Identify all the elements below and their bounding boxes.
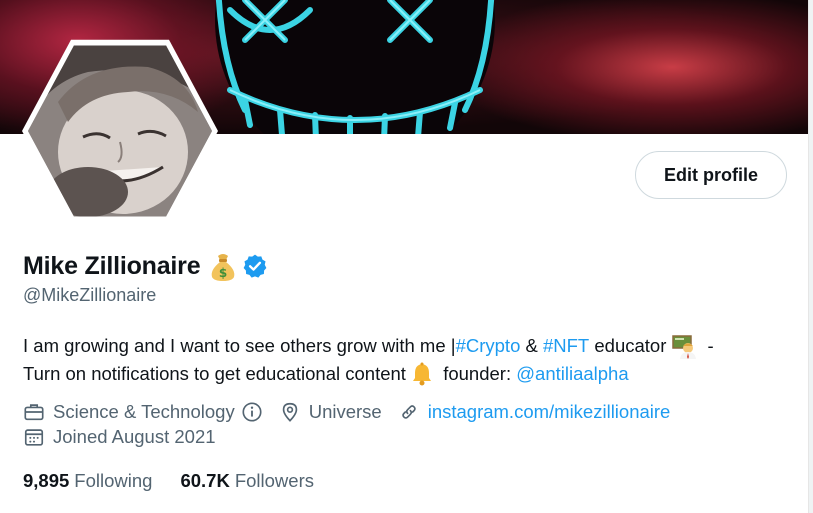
info-icon[interactable]: [241, 401, 263, 423]
teacher-emoji-icon: [672, 335, 697, 359]
bell-emoji-icon: [413, 362, 432, 386]
calendar-icon: [24, 429, 44, 446]
location-label: Universe: [308, 401, 382, 422]
followers-link[interactable]: 60.7K Followers: [180, 470, 314, 492]
bio-text: &: [520, 335, 543, 356]
money-bag-emoji-icon: $: [212, 254, 235, 281]
bio-line-1: I am growing and I want to see others gr…: [23, 332, 793, 360]
location-pin-icon: [282, 402, 297, 422]
meta-location: Universe: [279, 401, 382, 423]
meta-category: Science & Technology: [23, 401, 263, 423]
verified-badge-icon[interactable]: [242, 253, 268, 279]
profile-page: Edit profile Mike Zillionaire $ @MikeZil…: [0, 0, 813, 513]
column-divider: [808, 0, 813, 513]
neon-mask-image: [215, 0, 495, 134]
meta-joined: Joined August 2021: [23, 426, 216, 448]
profile-meta-row: Joined August 2021: [23, 426, 232, 448]
svg-text:$: $: [219, 266, 227, 280]
display-name: Mike Zillionaire: [23, 251, 201, 280]
bio-text: -: [702, 335, 714, 356]
following-count: 9,895: [23, 470, 70, 491]
profile-stats: 9,895 Following 60.7K Followers: [23, 470, 342, 492]
mention-link[interactable]: @antiliaalpha: [516, 360, 628, 388]
profile-name-row: Mike Zillionaire $: [23, 250, 268, 282]
hashtag-nft-link[interactable]: #NFT: [543, 332, 589, 360]
bio-text: educator: [589, 335, 667, 356]
profile-avatar[interactable]: [22, 36, 218, 226]
bio-text: Turn on notifications to get educational…: [23, 363, 412, 384]
profile-handle: @MikeZillionaire: [23, 285, 157, 305]
bio-line-2: Turn on notifications to get educational…: [23, 360, 793, 388]
joined-label: Joined August 2021: [53, 426, 216, 447]
profile-bio: I am growing and I want to see others gr…: [23, 332, 793, 388]
following-link[interactable]: 9,895 Following: [23, 470, 152, 492]
briefcase-icon: [24, 404, 44, 421]
category-label: Science & Technology: [53, 401, 235, 422]
bio-text: I am growing and I want to see others gr…: [23, 335, 456, 356]
meta-website[interactable]: instagram.com/mikezillionaire: [398, 401, 671, 423]
link-icon: [401, 405, 416, 419]
following-label: Following: [74, 470, 153, 491]
hashtag-crypto-link[interactable]: #Crypto: [456, 332, 521, 360]
followers-count: 60.7K: [180, 470, 230, 491]
followers-label: Followers: [234, 470, 314, 491]
profile-meta-row: Science & Technology Universe instagram.…: [23, 401, 686, 423]
bio-text: founder:: [438, 363, 517, 384]
website-link[interactable]: instagram.com/mikezillionaire: [428, 401, 671, 423]
edit-profile-button[interactable]: Edit profile: [635, 151, 787, 199]
